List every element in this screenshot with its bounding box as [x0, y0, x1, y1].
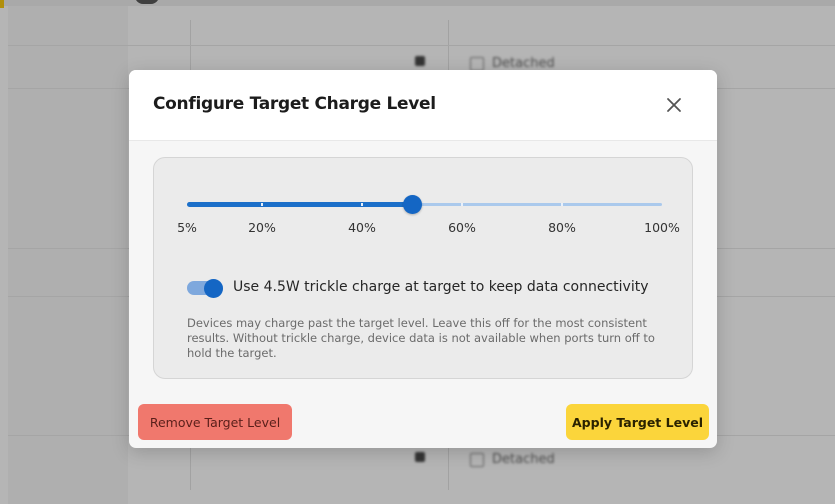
- dialog-header: Configure Target Charge Level: [129, 70, 717, 141]
- trickle-help-text: Devices may charge past the target level…: [187, 316, 655, 360]
- settings-card: 5% 20% 40% 60% 80% 100% Use 4.5W trickle char…: [153, 157, 693, 379]
- slider-tick-label: 5%: [177, 220, 197, 235]
- slider-tick-label: 40%: [348, 220, 376, 235]
- slider-tick-label: 60%: [448, 220, 476, 235]
- trickle-charge-toggle[interactable]: [187, 279, 223, 298]
- target-level-slider[interactable]: [187, 192, 662, 214]
- slider-tick-label: 100%: [644, 220, 680, 235]
- target-charge-dialog: Configure Target Charge Level 5% 20% 40% 60…: [129, 70, 717, 448]
- toggle-thumb: [204, 279, 223, 298]
- slider-tick: [461, 203, 463, 206]
- slider-tick-label: 80%: [548, 220, 576, 235]
- slider-fill: [187, 202, 412, 207]
- close-icon: [667, 98, 681, 112]
- slider-tick: [361, 203, 363, 206]
- screen: Detached Detached Configure Target Charg…: [0, 0, 835, 504]
- slider-tick: [261, 203, 263, 206]
- slider-tick: [561, 203, 563, 206]
- apply-target-level-button[interactable]: Apply Target Level: [566, 404, 709, 440]
- remove-target-level-button[interactable]: Remove Target Level: [138, 404, 292, 440]
- close-button[interactable]: [661, 92, 687, 118]
- trickle-charge-label: Use 4.5W trickle charge at target to kee…: [233, 279, 649, 295]
- slider-thumb[interactable]: [403, 195, 422, 214]
- dialog-title: Configure Target Charge Level: [153, 94, 436, 114]
- slider-tick-label: 20%: [248, 220, 276, 235]
